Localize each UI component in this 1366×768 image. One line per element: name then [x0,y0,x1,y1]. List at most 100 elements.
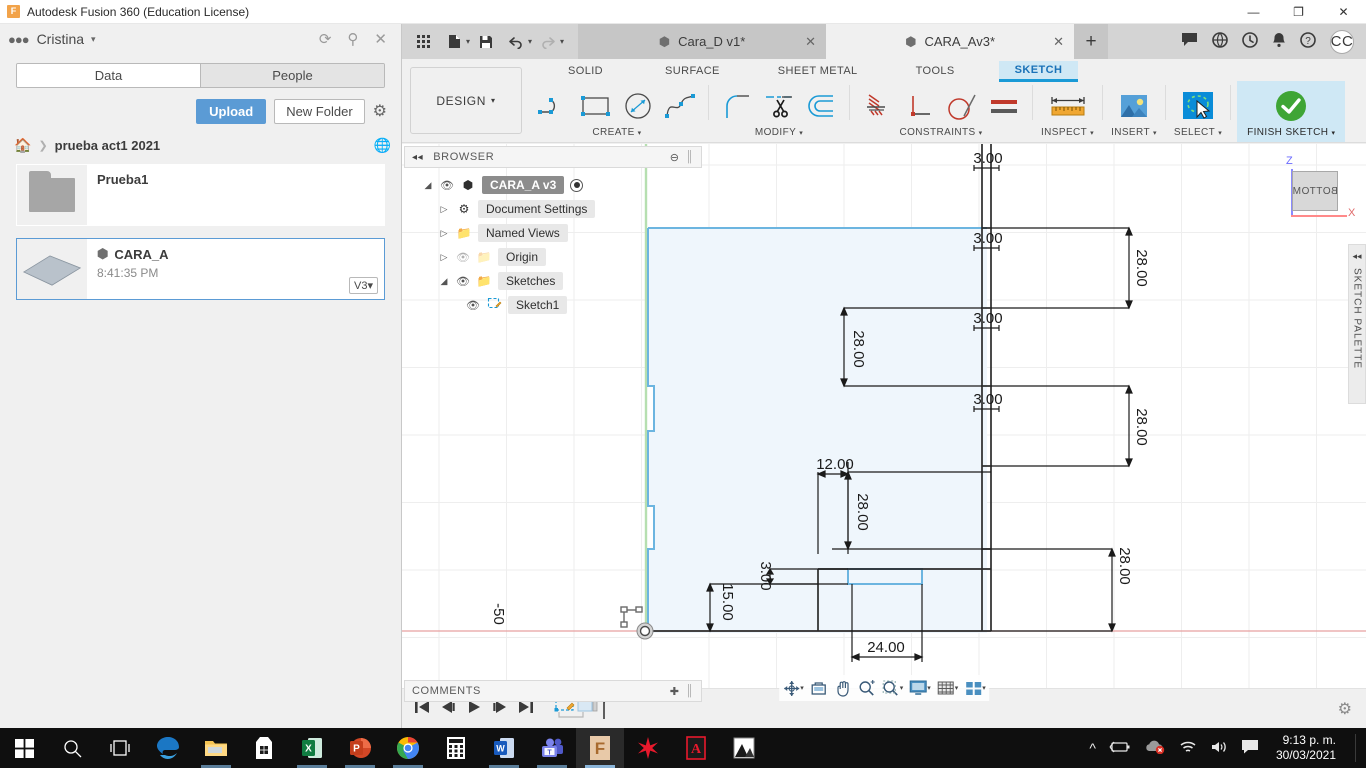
globe-icon[interactable]: 🌐 [374,137,391,154]
chevron-down-icon[interactable]: ▾ [528,37,532,46]
tree-node-cara-a[interactable]: ◢ 👁 ⬢ CARA_A v3 [404,173,702,197]
chevron-down-icon[interactable]: ▾ [91,34,96,45]
home-icon[interactable]: 🏠 [14,137,31,154]
workspace-switcher[interactable]: DESIGN ▾ [410,67,522,134]
save-icon[interactable] [472,28,500,56]
chevron-down-icon[interactable]: ▾ [927,684,931,692]
select-window-icon[interactable] [1178,86,1218,126]
collapse-icon[interactable]: ◂◂ [1352,251,1361,262]
gear-icon[interactable]: ⚙ [373,101,387,121]
measure-icon[interactable] [1048,86,1088,126]
onedrive-icon[interactable] [1144,740,1166,757]
equal-icon[interactable] [984,86,1024,126]
resize-handle[interactable]: ║ [686,685,694,697]
list-item[interactable]: ⬢ CARA_A 8:41:35 PM V3▾ [16,238,385,300]
go-to-end-icon[interactable] [518,700,534,718]
chrome-icon[interactable] [384,728,432,768]
add-comment-icon[interactable]: ✚ [670,685,680,698]
expander-icon[interactable]: ◢ [422,180,434,191]
new-folder-button[interactable]: New Folder [274,98,365,124]
visibility-off-icon[interactable]: 👁 [456,251,470,264]
chevron-down-icon[interactable]: ▾ [466,37,470,46]
search-icon[interactable] [48,728,96,768]
chevron-down-icon[interactable]: ▾ [560,37,564,46]
expander-icon[interactable]: ▷ [438,252,450,263]
action-center-icon[interactable] [1241,739,1259,757]
undo-icon[interactable] [502,28,530,56]
tab-surface[interactable]: SURFACE [649,62,736,80]
search-icon[interactable]: ⚲ [347,30,358,48]
new-file-icon[interactable] [440,28,468,56]
step-back-icon[interactable] [440,700,456,718]
timeline-settings-gear-icon[interactable]: ⚙ [1338,699,1366,719]
zoom-icon[interactable] [855,676,879,700]
panel-label-create[interactable]: CREATE ▾ [592,127,641,140]
spline-icon[interactable] [660,86,700,126]
expander-icon[interactable]: ▷ [438,228,450,239]
expander-icon[interactable]: ▷ [438,204,450,215]
close-panel-icon[interactable]: ✕ [374,30,387,48]
go-to-beginning-icon[interactable] [414,700,430,718]
insert-image-icon[interactable] [1114,86,1154,126]
chevron-down-icon[interactable]: ▾ [800,684,804,692]
view-cube-face[interactable]: BOTTOM [1292,171,1338,211]
rectangle-icon[interactable] [576,86,616,126]
app-grid-icon[interactable] [410,28,438,56]
play-icon[interactable] [466,700,482,718]
close-icon[interactable]: ✕ [805,34,816,50]
panel-label-select[interactable]: SELECT ▾ [1174,127,1222,140]
view-cube[interactable]: Z X BOTTOM [1274,155,1355,229]
volume-icon[interactable] [1210,740,1228,757]
tab-solid[interactable]: SOLID [552,62,619,80]
microsoft-store-icon[interactable] [240,728,288,768]
chevron-down-icon[interactable]: ▾ [955,684,959,692]
expander-icon[interactable]: ◢ [438,276,450,287]
comments-icon[interactable] [1181,32,1198,51]
show-desktop-button[interactable] [1355,734,1356,762]
tree-node-origin[interactable]: ▷ 👁 📁 Origin [404,245,702,269]
tangent-icon[interactable] [942,86,982,126]
tab-data[interactable]: Data [17,64,200,87]
avatar[interactable]: CC [1330,29,1354,54]
teams-icon[interactable]: T [528,728,576,768]
panel-label-modify[interactable]: MODIFY ▾ [755,127,803,140]
start-icon[interactable] [0,728,48,768]
activate-radio-icon[interactable] [570,178,584,192]
file-explorer-icon[interactable] [192,728,240,768]
step-forward-icon[interactable] [492,700,508,718]
version-badge[interactable]: V3▾ [349,277,378,294]
fix-constraint-icon[interactable] [858,86,898,126]
line-icon[interactable] [534,86,574,126]
tree-node-document-settings[interactable]: ▷ ⚙ Document Settings [404,197,702,221]
community-icon[interactable] [1212,31,1228,52]
refresh-icon[interactable]: ⟳ [319,30,332,48]
maximize-button[interactable]: ❐ [1276,0,1321,24]
tree-node-sketch1[interactable]: 👁 Sketch1 [404,293,702,317]
panel-label-insert[interactable]: INSERT ▾ [1111,127,1157,140]
wifi-icon[interactable] [1179,740,1197,757]
new-tab-button[interactable]: + [1074,24,1109,59]
tab-tools[interactable]: TOOLS [900,62,971,80]
show-hidden-icons-icon[interactable]: ^ [1089,740,1096,756]
sketch-palette-tab[interactable]: ◂◂ SKETCH PALETTE [1348,244,1366,404]
excel-icon[interactable]: X [288,728,336,768]
trim-icon[interactable] [759,86,799,126]
chevron-down-icon[interactable]: ▾ [900,684,904,692]
look-at-icon[interactable] [807,676,831,700]
close-button[interactable]: ✕ [1321,0,1366,24]
upload-button[interactable]: Upload [196,98,267,124]
help-icon[interactable]: ? [1300,31,1316,52]
list-item[interactable]: Prueba1 [16,164,385,226]
tree-node-named-views[interactable]: ▷ 📁 Named Views [404,221,702,245]
finish-sketch-check-icon[interactable] [1271,86,1311,126]
taskbar-clock[interactable]: 9:13 p. m. 30/03/2021 [1272,733,1336,763]
sketch-canvas[interactable]: 3.00 3.00 3.00 3.00 28.00 28.00 28.00 28… [402,144,1366,704]
offset-icon[interactable] [801,86,841,126]
close-icon[interactable]: ✕ [1053,34,1064,50]
panel-label-constraints[interactable]: CONSTRAINTS ▾ [900,127,983,140]
task-view-icon[interactable] [96,728,144,768]
notifications-icon[interactable] [1272,32,1286,52]
calculator-icon[interactable] [432,728,480,768]
photos-icon[interactable] [720,728,768,768]
panel-label-finish-sketch[interactable]: FINISH SKETCH ▾ [1247,127,1335,140]
